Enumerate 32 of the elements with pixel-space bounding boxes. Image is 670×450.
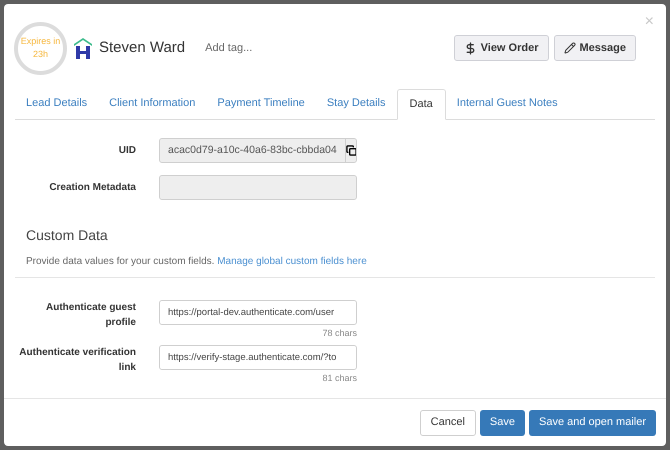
tab[interactable]: Lead Details: [15, 88, 98, 119]
cancel-button[interactable]: Cancel: [420, 410, 476, 436]
add-tag-field[interactable]: Add tag...: [205, 40, 252, 56]
field-label: Authenticate guest profile: [44, 301, 136, 330]
field-label: UID: [118, 144, 136, 158]
text-input[interactable]: https://portal-dev.authenticate.com/user: [159, 300, 357, 325]
text-input[interactable]: https://verify-stage.authenticate.com/?to: [159, 344, 357, 370]
tab[interactable]: Stay Details: [316, 88, 397, 119]
tab[interactable]: Client Information: [98, 88, 206, 119]
tab[interactable]: Payment Timeline: [206, 88, 316, 119]
expiry-timer: Expires in 23h: [14, 22, 67, 74]
primary-button[interactable]: Save and open mailer: [528, 410, 656, 436]
primary-button[interactable]: Save: [480, 410, 525, 436]
copy-button[interactable]: [344, 139, 356, 162]
uid-field[interactable]: acac0d79-a10c-40a6-83bc-cbbda04: [159, 138, 357, 163]
char-count: 78 chars: [322, 327, 357, 340]
section-description: Provide data values for your custom fields. Manage global custom fields here: [26, 255, 368, 269]
tab[interactable]: Data: [396, 89, 446, 120]
char-count: 81 chars: [322, 372, 357, 384]
message-button[interactable]: Message: [554, 35, 636, 61]
copy-icon: [346, 145, 356, 156]
field-label: Creation Metadata: [48, 181, 136, 195]
section-title: Custom Data: [26, 226, 109, 245]
view-order-button[interactable]: View Order: [454, 35, 549, 61]
metadata-field[interactable]: [159, 175, 357, 200]
tab[interactable]: Internal Guest Notes: [446, 88, 569, 119]
pencil-icon: [564, 42, 576, 54]
house-logo-icon: [73, 36, 93, 60]
manage-fields-link[interactable]: Manage global custom fields here: [217, 256, 367, 267]
dollar-icon: [464, 42, 477, 54]
guest-name: Steven Ward: [99, 38, 186, 58]
field-label: Authenticate verification link: [18, 346, 136, 374]
